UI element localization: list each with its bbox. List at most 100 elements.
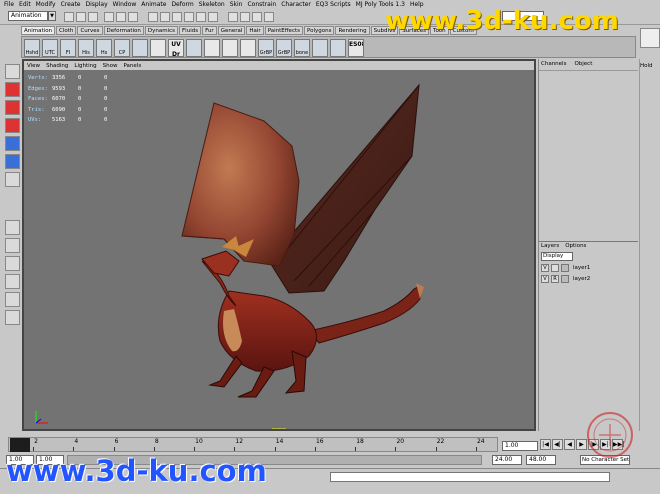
render-icon[interactable]	[240, 12, 250, 22]
shelf-button[interactable]	[204, 39, 220, 57]
time-slider[interactable]: 2 4 6 8 10 12 14 16 18 20 22 24	[8, 437, 498, 452]
snap-point-icon[interactable]	[196, 12, 206, 22]
select-hierarchy-icon[interactable]	[104, 12, 114, 22]
menu-item[interactable]: Window	[113, 1, 137, 8]
layer-color-swatch[interactable]	[561, 264, 569, 272]
select-tool-icon[interactable]	[4, 64, 20, 79]
shelf-button[interactable]: Hs	[96, 39, 112, 57]
shelf-button[interactable]: Hshd	[24, 39, 40, 57]
shelf-button[interactable]: GrBP	[258, 39, 274, 57]
shelf-tab[interactable]: PaintEffects	[264, 26, 303, 35]
chevron-down-icon[interactable]: ▼	[48, 11, 56, 21]
current-frame-field[interactable]: 1.00	[502, 441, 538, 451]
layer-row[interactable]: V Rlayer2	[539, 274, 638, 284]
shelf-tab[interactable]: Polygons	[304, 26, 335, 35]
menu-item[interactable]: Constrain	[247, 1, 276, 8]
mode-select[interactable]: Animation	[8, 11, 48, 21]
shelf-tab[interactable]: Fur	[202, 26, 217, 35]
open-scene-icon[interactable]	[76, 12, 86, 22]
shelf-tab[interactable]: Animation	[21, 26, 56, 35]
end-time-field[interactable]: 48.00	[526, 455, 556, 465]
layer-row[interactable]: Vlayer1	[539, 263, 638, 273]
dragon-model[interactable]	[24, 61, 534, 429]
menu-item[interactable]: EQ3 Scripts	[316, 1, 351, 8]
manipulator-icon[interactable]	[4, 172, 20, 187]
shelf-button[interactable]	[240, 39, 256, 57]
select-component-icon[interactable]	[128, 12, 138, 22]
hypershade-icon[interactable]	[4, 292, 20, 307]
four-view-icon[interactable]	[4, 238, 20, 253]
shelf-button[interactable]: His	[78, 39, 94, 57]
channel-box-menu-item[interactable]: Channels	[541, 61, 566, 67]
menu-item[interactable]: Animate	[141, 1, 166, 8]
snap-plane-icon[interactable]	[208, 12, 218, 22]
menu-item[interactable]: Edit	[19, 1, 31, 8]
menu-item[interactable]: Deform	[171, 1, 193, 8]
shelf-tab[interactable]: General	[217, 26, 246, 35]
shelf-button[interactable]: GrBP	[276, 39, 292, 57]
persp-graph-icon[interactable]	[4, 274, 20, 289]
viewport-persp[interactable]: View Shading Lighting Show Panels Verts: 3356…	[22, 59, 536, 431]
layout-icon[interactable]	[4, 310, 20, 325]
shelf-tab[interactable]: Dynamics	[144, 26, 179, 35]
visibility-toggle[interactable]: V	[541, 275, 549, 283]
shelf-button[interactable]: ES08	[348, 39, 364, 57]
playback-end-field[interactable]: 24.00	[492, 455, 522, 465]
rotate-tool-icon[interactable]	[4, 136, 20, 151]
snap-curve-icon[interactable]	[184, 12, 194, 22]
save-scene-icon[interactable]	[88, 12, 98, 22]
layer-menu-item[interactable]: Options	[565, 243, 586, 249]
persp-outliner-icon[interactable]	[4, 256, 20, 271]
shelf-tab[interactable]: Cloth	[56, 26, 77, 35]
paint-select-icon[interactable]	[4, 100, 20, 115]
history-icon[interactable]	[228, 12, 238, 22]
shelf-button[interactable]: UV Dr	[168, 39, 184, 57]
single-view-icon[interactable]	[4, 220, 20, 235]
shelf-tab[interactable]: Fluids	[179, 26, 202, 35]
lasso-tool-icon[interactable]	[4, 82, 20, 97]
shelf-button[interactable]	[150, 39, 166, 57]
move-tool-icon[interactable]	[4, 118, 20, 133]
shelf-button[interactable]	[330, 39, 346, 57]
channel-box-menu-item[interactable]: Object	[574, 61, 592, 67]
menu-item[interactable]: Modify	[36, 1, 56, 8]
snap-grid-icon[interactable]	[172, 12, 182, 22]
render-globals-icon[interactable]	[264, 12, 274, 22]
scale-tool-icon[interactable]	[4, 154, 20, 169]
time-cursor[interactable]	[10, 438, 30, 452]
menu-item[interactable]: Skin	[230, 1, 243, 8]
visibility-toggle[interactable]: V	[541, 264, 549, 272]
menu-item[interactable]: Skeleton	[199, 1, 225, 8]
playback-button[interactable]: ◀|	[552, 439, 563, 450]
menu-item[interactable]: Create	[61, 1, 81, 8]
layer-display-select[interactable]: Display	[541, 252, 573, 261]
ipr-render-icon[interactable]	[252, 12, 262, 22]
shelf-tab[interactable]: Curves	[77, 26, 103, 35]
shelf-button[interactable]	[132, 39, 148, 57]
mask-icon[interactable]	[148, 12, 158, 22]
shelf-button[interactable]	[312, 39, 328, 57]
shelf-tab[interactable]: Deformation	[103, 26, 144, 35]
shelf-button[interactable]: UTC	[42, 39, 58, 57]
channel-box[interactable]	[539, 70, 638, 240]
shelf-button[interactable]: FI	[60, 39, 76, 57]
mel-command-field[interactable]	[330, 472, 610, 482]
layer-menu-item[interactable]: Layers	[541, 243, 559, 249]
menu-item[interactable]: Display	[86, 1, 108, 8]
menu-item[interactable]: Character	[281, 1, 311, 8]
shelf-button[interactable]	[186, 39, 202, 57]
reference-toggle[interactable]: R	[551, 275, 559, 283]
layer-color-swatch[interactable]	[561, 275, 569, 283]
playback-button[interactable]: |◀	[540, 439, 551, 450]
select-object-icon[interactable]	[116, 12, 126, 22]
mask-icon[interactable]	[160, 12, 170, 22]
shelf-button[interactable]	[222, 39, 238, 57]
playback-button[interactable]: ◀	[564, 439, 575, 450]
shelf-button[interactable]: CP	[114, 39, 130, 57]
new-scene-icon[interactable]	[64, 12, 74, 22]
shelf-tab[interactable]: Rendering	[335, 26, 370, 35]
shelf-tab[interactable]: Hair	[246, 26, 264, 35]
reference-toggle[interactable]	[551, 264, 559, 272]
menu-item[interactable]: File	[4, 1, 14, 8]
shelf-button[interactable]: bone	[294, 39, 310, 57]
